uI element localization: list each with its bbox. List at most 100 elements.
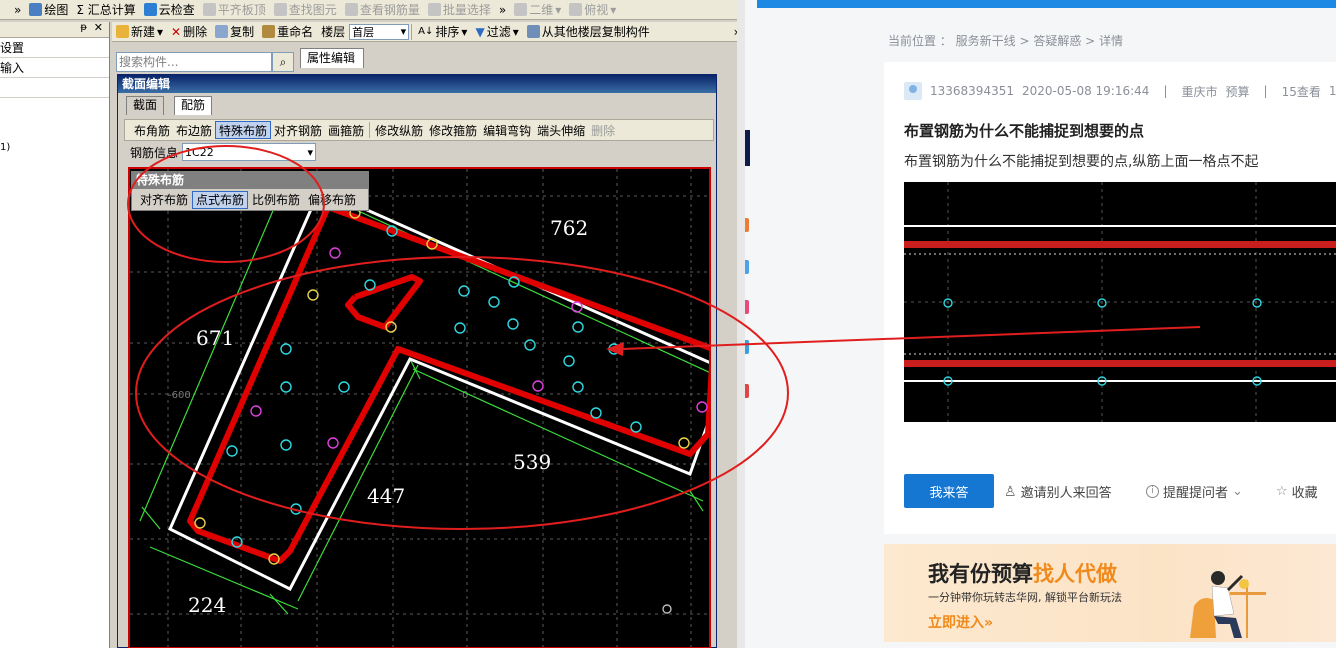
answer-button[interactable]: 我来答	[904, 474, 994, 508]
delete-button[interactable]: ✕ 删除	[167, 23, 211, 41]
point-layout-button[interactable]: 点式布筋	[192, 191, 249, 209]
edit-hook-button[interactable]: 编辑弯钩	[480, 121, 534, 139]
view-rebar-quantity-button[interactable]: 查看钢筋量	[341, 1, 424, 19]
breadcrumb[interactable]: 当前位置 ： 服务新干线 > 答疑解惑 > 详情	[888, 32, 1123, 49]
corner-rebar-button[interactable]: 布角筋	[131, 121, 173, 139]
banner-headline: 我有份预算找人代做	[928, 562, 1117, 586]
side-tab-marker[interactable]	[745, 260, 749, 274]
left-pane-item[interactable]: 1)	[0, 138, 109, 158]
2d-view-dropdown[interactable]: 二维 ▾	[510, 1, 565, 19]
toolbar-overflow-left[interactable]: »	[0, 1, 25, 19]
popup-button-row: 对齐布筋 点式布筋 比例布筋 偏移布筋	[132, 189, 368, 211]
remind-asker-button[interactable]: i 提醒提问者 ⌄	[1146, 482, 1243, 501]
question-card: 13368394351 2020-05-08 19:16:44 | 重庆市 预算…	[884, 62, 1336, 534]
left-pane-item[interactable]: 设置	[0, 38, 109, 58]
question-meta: 13368394351 2020-05-08 19:16:44 | 重庆市 预算…	[904, 82, 1336, 100]
left-pane-item[interactable]	[0, 98, 109, 138]
chevron-down-icon: ▾	[307, 145, 314, 159]
search-icon: ⌕	[279, 54, 287, 69]
rename-icon	[262, 25, 276, 38]
floor-label: 楼层	[321, 25, 346, 39]
question-screenshot[interactable]	[904, 182, 1336, 422]
promo-banner[interactable]: 我有份预算找人代做 一分钟带你玩转志华网, 解锁平台新玩法 立即进入»	[884, 544, 1336, 642]
copy-button[interactable]: 复制	[211, 23, 258, 41]
align-slab-top-button[interactable]: 平齐板顶	[199, 1, 270, 19]
popup-title: 特殊布筋	[132, 172, 368, 189]
section-drawing: -600 0 762 671 539 447 224	[130, 169, 709, 647]
delete-rebar-button[interactable]: 删除	[588, 121, 618, 139]
copy-floor-icon	[526, 25, 540, 38]
cloud-check-button[interactable]: 云检查	[140, 1, 199, 19]
floor-select[interactable]: 首层 ▾	[349, 23, 410, 40]
rename-button[interactable]: 重命名	[258, 23, 317, 41]
info-icon: i	[1146, 485, 1159, 498]
copy-from-other-floor-button[interactable]: 从其他楼层复制构件	[523, 23, 654, 41]
dimension-label: 762	[550, 216, 588, 240]
avatar[interactable]	[904, 82, 922, 100]
side-tab-marker[interactable]	[745, 340, 749, 354]
top-nav-bar	[757, 0, 1336, 8]
question-category: 预算	[1225, 84, 1250, 99]
search-button[interactable]: ⌕	[272, 52, 294, 72]
align-layout-button[interactable]: 对齐布筋	[136, 191, 192, 209]
pin-icon[interactable]: ᵽ	[80, 22, 87, 33]
main-toolbar: » 绘图 Σ 汇总计算 云检查 平齐板顶 查找图元 查看钢筋量 批量选择 » 二…	[0, 0, 745, 20]
side-tab-marker[interactable]	[745, 218, 749, 232]
draw-button[interactable]: 绘图	[25, 1, 72, 19]
dialog-title: 截面编辑	[118, 75, 716, 93]
toolbar-divider	[369, 122, 371, 138]
ratio-layout-button[interactable]: 比例布筋	[248, 191, 304, 209]
side-tab-marker[interactable]	[745, 300, 749, 314]
new-button[interactable]: 新建 ▾	[112, 23, 167, 41]
rebar-quantity-icon	[344, 3, 358, 16]
end-stretch-button[interactable]: 端头伸缩	[534, 121, 588, 139]
toolbar-overflow-right[interactable]: »	[495, 1, 510, 19]
vertical-scrollbar[interactable]	[737, 0, 745, 648]
section-drawing-canvas[interactable]: -600 0 762 671 539 447 224	[128, 167, 711, 648]
tab-rebar[interactable]: 配筋	[174, 96, 213, 115]
edit-longitudinal-button[interactable]: 修改纵筋	[372, 121, 426, 139]
side-tab-marker[interactable]	[745, 384, 749, 398]
star-icon: ☆	[1276, 484, 1288, 499]
sort-button[interactable]: A↓ 排序 ▾	[414, 23, 471, 41]
find-element-button[interactable]: 查找图元	[270, 1, 341, 19]
banner-cta[interactable]: 立即进入»	[928, 612, 993, 632]
dimension-label: 539	[513, 450, 551, 474]
invite-answer-button[interactable]: ♙ 邀请别人来回答	[1004, 482, 1112, 502]
top-view-icon	[569, 3, 583, 16]
batch-select-button[interactable]: 批量选择	[424, 1, 495, 19]
property-edit-tab[interactable]: 属性编辑	[300, 48, 364, 68]
edit-stirrup-button[interactable]: 修改箍筋	[426, 121, 480, 139]
rebar-tool-row: 布角筋 布边筋 特殊布筋 对齐钢筋 画箍筋 修改纵筋 修改箍筋 编辑弯钩 端头伸…	[124, 119, 714, 141]
view-count: 15查看	[1281, 84, 1321, 99]
align-rebar-button[interactable]: 对齐钢筋	[271, 121, 325, 139]
view-count-trunc: 1	[1328, 84, 1336, 98]
top-view-dropdown[interactable]: 俯视 ▾	[565, 1, 620, 19]
tab-section[interactable]: 截面	[126, 96, 165, 115]
question-screenshot-drawing	[904, 182, 1336, 422]
edge-rebar-button[interactable]: 布边筋	[173, 121, 215, 139]
question-author[interactable]: 13368394351	[930, 84, 1014, 98]
component-search-input[interactable]: 搜索构件...	[116, 52, 272, 72]
rebar-info-select[interactable]: 1C22 ▾	[182, 143, 317, 161]
draw-stirrup-button[interactable]: 画箍筋	[325, 121, 367, 139]
align-slab-icon	[202, 3, 216, 16]
left-pane-item[interactable]: 输入	[0, 58, 109, 78]
sort-icon: A↓	[418, 26, 434, 37]
question-location: 重庆市	[1181, 84, 1218, 99]
close-icon[interactable]: ✕	[94, 21, 103, 34]
cloud-check-icon	[143, 3, 157, 16]
special-rebar-button[interactable]: 特殊布筋	[215, 121, 272, 139]
left-pane-item[interactable]	[0, 78, 109, 98]
filter-button[interactable]: ▼ 过滤 ▾	[471, 23, 522, 41]
find-element-icon	[273, 3, 287, 16]
summary-calc-button[interactable]: Σ 汇总计算	[72, 1, 139, 19]
left-pane-header: ᵽ ✕	[0, 21, 109, 38]
draw-icon	[29, 3, 43, 16]
banner-subtext: 一分钟带你玩转志华网, 解锁平台新玩法	[928, 591, 1122, 604]
qa-web-page: 当前位置 ： 服务新干线 > 答疑解惑 > 详情 13368394351 202…	[745, 0, 1336, 648]
offset-layout-button[interactable]: 偏移布筋	[304, 191, 360, 209]
delete-icon: ✕	[171, 24, 182, 39]
favorite-button[interactable]: ☆ 收藏	[1276, 482, 1318, 501]
left-navigation-pane: ᵽ ✕ 设置 输入 1)	[0, 21, 110, 648]
